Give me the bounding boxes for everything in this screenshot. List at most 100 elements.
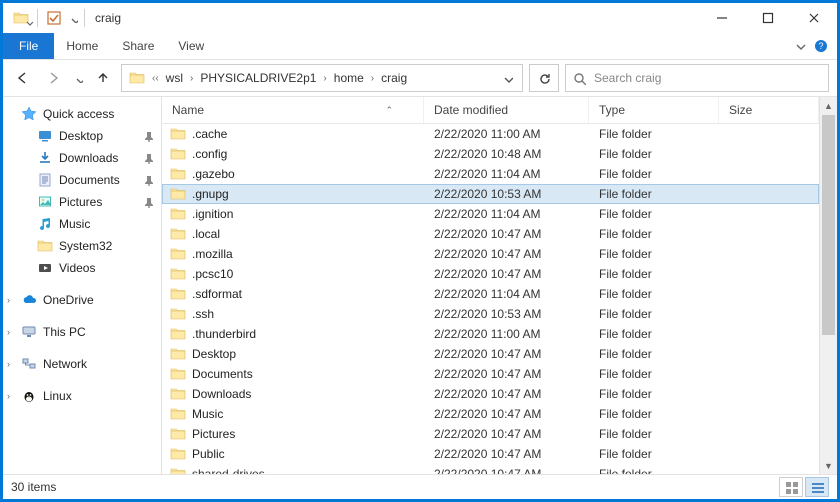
refresh-button[interactable] [529, 64, 559, 92]
sidebar-item-system32[interactable]: System32 [3, 235, 161, 257]
sidebar-network[interactable]: › Network [3, 353, 161, 375]
file-list-view[interactable]: Name ⌃ Date modified Type Size .cache2/2… [162, 97, 819, 474]
file-row[interactable]: .cache2/22/2020 11:00 AMFile folder [162, 124, 819, 144]
nav-history-dropdown[interactable] [71, 64, 85, 92]
file-row[interactable]: .sdformat2/22/2020 11:04 AMFile folder [162, 284, 819, 304]
crumb-label: craig [381, 71, 407, 85]
file-name: .pcsc10 [192, 267, 233, 281]
file-name: Pictures [192, 427, 235, 441]
chevron-right-icon[interactable]: › [369, 73, 376, 84]
scroll-up-button[interactable]: ▲ [820, 97, 837, 114]
sidebar-this-pc[interactable]: › This PC [3, 321, 161, 343]
file-type: File folder [589, 287, 719, 301]
file-row[interactable]: .ssh2/22/2020 10:53 AMFile folder [162, 304, 819, 324]
sidebar-item-label: Videos [59, 261, 95, 275]
file-name: shared-drives [192, 467, 265, 474]
search-icon [572, 71, 586, 85]
minimize-button[interactable] [699, 3, 745, 33]
view-large-icons-button[interactable] [779, 477, 803, 497]
sidebar-item-desktop[interactable]: Desktop [3, 125, 161, 147]
file-type: File folder [589, 327, 719, 341]
ribbon-tab-share[interactable]: Share [110, 33, 166, 59]
folder-icon [37, 238, 53, 254]
maximize-button[interactable] [745, 3, 791, 33]
column-header-size[interactable]: Size [719, 97, 819, 123]
chevron-right-icon[interactable]: › [7, 359, 10, 369]
breadcrumb-dropdown-icon[interactable] [496, 72, 518, 84]
file-name: .ssh [192, 307, 214, 321]
crumb-label: wsl [166, 71, 183, 85]
search-box[interactable] [565, 64, 829, 92]
chevron-right-icon[interactable]: › [7, 327, 10, 337]
file-row[interactable]: shared-drives2/22/2020 10:47 AMFile fold… [162, 464, 819, 474]
file-row[interactable]: .pcsc102/22/2020 10:47 AMFile folder [162, 264, 819, 284]
sidebar-item-downloads[interactable]: Downloads [3, 147, 161, 169]
scroll-down-button[interactable]: ▼ [820, 457, 837, 474]
file-type: File folder [589, 227, 719, 241]
sidebar-item-music[interactable]: Music [3, 213, 161, 235]
qat-dropdown-icon[interactable] [66, 6, 80, 30]
chevron-right-icon[interactable]: › [321, 73, 328, 84]
nav-forward-button[interactable] [41, 64, 65, 92]
search-input[interactable] [592, 70, 822, 86]
view-details-button[interactable] [805, 477, 829, 497]
file-date: 2/22/2020 10:47 AM [424, 247, 589, 261]
ribbon-tab-view[interactable]: View [166, 33, 216, 59]
crumb-wsl[interactable]: wsl [163, 71, 186, 85]
sidebar-item-videos[interactable]: Videos [3, 257, 161, 279]
file-row[interactable]: .ignition2/22/2020 11:04 AMFile folder [162, 204, 819, 224]
file-date: 2/22/2020 11:04 AM [424, 207, 589, 221]
sidebar-label: Network [43, 357, 87, 371]
column-header-date[interactable]: Date modified [424, 97, 589, 123]
qat-properties-icon[interactable] [42, 6, 66, 30]
linux-icon [21, 388, 37, 404]
file-type: File folder [589, 347, 719, 361]
sidebar-linux[interactable]: › Linux [3, 385, 161, 407]
chevron-right-icon[interactable]: › [7, 295, 10, 305]
file-row[interactable]: Downloads2/22/2020 10:47 AMFile folder [162, 384, 819, 404]
chevron-left-icon[interactable]: ‹‹ [150, 73, 161, 84]
chevron-right-icon[interactable]: › [188, 73, 195, 84]
file-row[interactable]: Pictures2/22/2020 10:47 AMFile folder [162, 424, 819, 444]
folder-icon [170, 306, 186, 322]
breadcrumb[interactable]: ‹‹ wsl › PHYSICALDRIVE2p1 › home › craig [121, 64, 523, 92]
file-row[interactable]: .mozilla2/22/2020 10:47 AMFile folder [162, 244, 819, 264]
file-row[interactable]: Documents2/22/2020 10:47 AMFile folder [162, 364, 819, 384]
vertical-scrollbar[interactable]: ▲ ▼ [819, 97, 837, 474]
file-row[interactable]: Desktop2/22/2020 10:47 AMFile folder [162, 344, 819, 364]
sidebar-item-documents[interactable]: Documents [3, 169, 161, 191]
sidebar-item-pictures[interactable]: Pictures [3, 191, 161, 213]
close-button[interactable] [791, 3, 837, 33]
crumb-drive[interactable]: PHYSICALDRIVE2p1 [197, 71, 319, 85]
folder-icon [170, 406, 186, 422]
crumb-craig[interactable]: craig [378, 71, 410, 85]
ribbon-expand-icon[interactable] [793, 39, 807, 53]
scroll-thumb[interactable] [822, 115, 835, 335]
help-icon[interactable] [813, 38, 829, 54]
file-row[interactable]: .thunderbird2/22/2020 11:00 AMFile folde… [162, 324, 819, 344]
file-row[interactable]: .local2/22/2020 10:47 AMFile folder [162, 224, 819, 244]
column-header-name[interactable]: Name ⌃ [162, 97, 424, 123]
file-row[interactable]: .config2/22/2020 10:48 AMFile folder [162, 144, 819, 164]
nav-up-button[interactable] [91, 64, 115, 92]
ribbon-tab-home[interactable]: Home [54, 33, 110, 59]
file-date: 2/22/2020 10:53 AM [424, 187, 589, 201]
network-icon [21, 356, 37, 372]
file-row[interactable]: Music2/22/2020 10:47 AMFile folder [162, 404, 819, 424]
file-type: File folder [589, 427, 719, 441]
nav-back-button[interactable] [11, 64, 35, 92]
file-date: 2/22/2020 10:47 AM [424, 467, 589, 474]
column-header-type[interactable]: Type [589, 97, 719, 123]
navigation-pane[interactable]: Quick access DesktopDownloadsDocumentsPi… [3, 97, 162, 474]
sidebar-quick-access[interactable]: Quick access [3, 103, 161, 125]
ribbon-file-tab[interactable]: File [3, 33, 54, 59]
crumb-home[interactable]: home [331, 71, 367, 85]
file-row[interactable]: Public2/22/2020 10:47 AMFile folder [162, 444, 819, 464]
file-row[interactable]: .gazebo2/22/2020 11:04 AMFile folder [162, 164, 819, 184]
file-name: .thunderbird [192, 327, 256, 341]
sidebar-onedrive[interactable]: › OneDrive [3, 289, 161, 311]
file-row[interactable]: .gnupg2/22/2020 10:53 AMFile folder [162, 184, 819, 204]
chevron-right-icon[interactable]: › [7, 391, 10, 401]
column-headers: Name ⌃ Date modified Type Size [162, 97, 819, 124]
breadcrumb-root-icon[interactable] [126, 70, 148, 86]
